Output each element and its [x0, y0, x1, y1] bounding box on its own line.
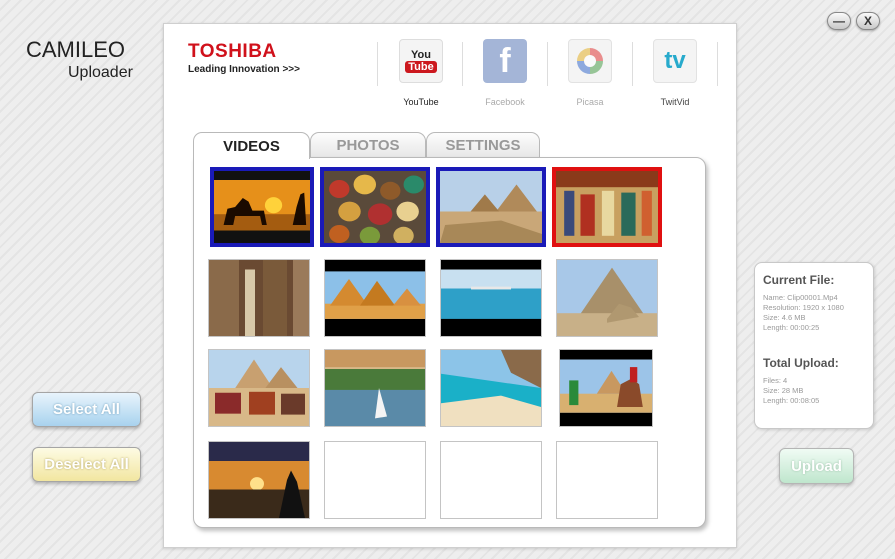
app-subtitle: Uploader [68, 64, 133, 81]
tab-settings[interactable]: SETTINGS [426, 132, 540, 158]
turquoise-coast-icon [441, 350, 541, 426]
sphinx-pyramid-icon [557, 260, 657, 336]
tab-photos[interactable]: PHOTOS [310, 132, 426, 158]
empty-thumbnail-slot [556, 441, 658, 519]
total-upload-length: Length: 00:08:05 [763, 396, 820, 405]
thumbnail[interactable] [436, 167, 546, 247]
share-youtube[interactable]: You Tube YouTube [386, 39, 456, 107]
divider [377, 42, 378, 86]
divider [547, 42, 548, 86]
total-upload-files: Files: 4 [763, 376, 788, 385]
deselect-all-button[interactable]: Deselect All [32, 447, 141, 482]
thumbnail[interactable] [556, 259, 658, 337]
egyptian-mural-icon [556, 171, 658, 243]
thumbnail[interactable] [208, 441, 310, 519]
nile-felucca-icon [325, 350, 425, 426]
share-label-facebook: Facebook [485, 97, 525, 107]
close-button[interactable]: X [856, 12, 880, 30]
nile-sunset-icon [209, 442, 309, 518]
share-picasa[interactable]: Picasa [555, 39, 625, 107]
thumbnail[interactable] [320, 167, 430, 247]
current-file-size: Size: 4.6 MB [763, 313, 806, 322]
share-label-picasa: Picasa [576, 97, 604, 107]
spice-market-icon [324, 171, 426, 243]
thumbnail[interactable] [440, 349, 542, 427]
thumbnail[interactable] [324, 349, 426, 427]
current-file-name: Name: Clip00001.Mp4 [763, 293, 838, 302]
total-upload-size: Size: 28 MB [763, 386, 804, 395]
thumbnail[interactable] [324, 259, 426, 337]
divider [462, 42, 463, 86]
divider [632, 42, 633, 86]
thumbnail[interactable] [210, 167, 314, 247]
tab-videos[interactable]: VIDEOS [193, 132, 310, 159]
current-file-title: Current File: [763, 273, 835, 287]
temple-columns-icon [209, 260, 309, 336]
empty-thumbnail-slot [324, 441, 426, 519]
media-grid [193, 157, 706, 528]
upload-button[interactable]: Upload [779, 448, 854, 484]
brand-tagline: Leading Innovation >>> [188, 64, 300, 75]
select-all-button[interactable]: Select All [32, 392, 141, 427]
share-twitvid[interactable]: tv TwitVid [640, 39, 710, 107]
thumbnail[interactable] [552, 167, 662, 247]
main-panel: TOSHIBA Leading Innovation >>> You Tube … [163, 23, 737, 548]
brand-logo: TOSHIBA [188, 41, 277, 62]
empty-thumbnail-slot [440, 441, 542, 519]
picasa-icon [568, 39, 612, 83]
youtube-icon: You Tube [399, 39, 443, 83]
thumbnail[interactable] [208, 259, 310, 337]
minimize-button[interactable]: — [827, 12, 851, 30]
app-title: CAMILEO [26, 37, 126, 62]
thumbnail[interactable] [559, 349, 653, 427]
current-file-length: Length: 00:00:25 [763, 323, 820, 332]
file-info-panel: Current File: Name: Clip00001.Mp4 Resolu… [754, 262, 874, 429]
facebook-icon: f [483, 39, 527, 83]
share-label-youtube: YouTube [403, 97, 439, 107]
beach-sea-icon [441, 260, 541, 336]
giza-pyramids-icon [440, 171, 542, 243]
divider [717, 42, 718, 86]
thumbnail[interactable] [208, 349, 310, 427]
thumbnail[interactable] [440, 259, 542, 337]
twitvid-icon: tv [653, 39, 697, 83]
share-facebook[interactable]: f Facebook [470, 39, 540, 107]
camels-pyramids-icon [209, 350, 309, 426]
total-upload-title: Total Upload: [763, 356, 839, 370]
share-label-twitvid: TwitVid [660, 97, 690, 107]
pyramids-golden-icon [325, 260, 425, 336]
current-file-resolution: Resolution: 1920 x 1080 [763, 303, 844, 312]
camel-sunset-icon [214, 171, 310, 243]
camel-rider-icon [560, 350, 652, 426]
